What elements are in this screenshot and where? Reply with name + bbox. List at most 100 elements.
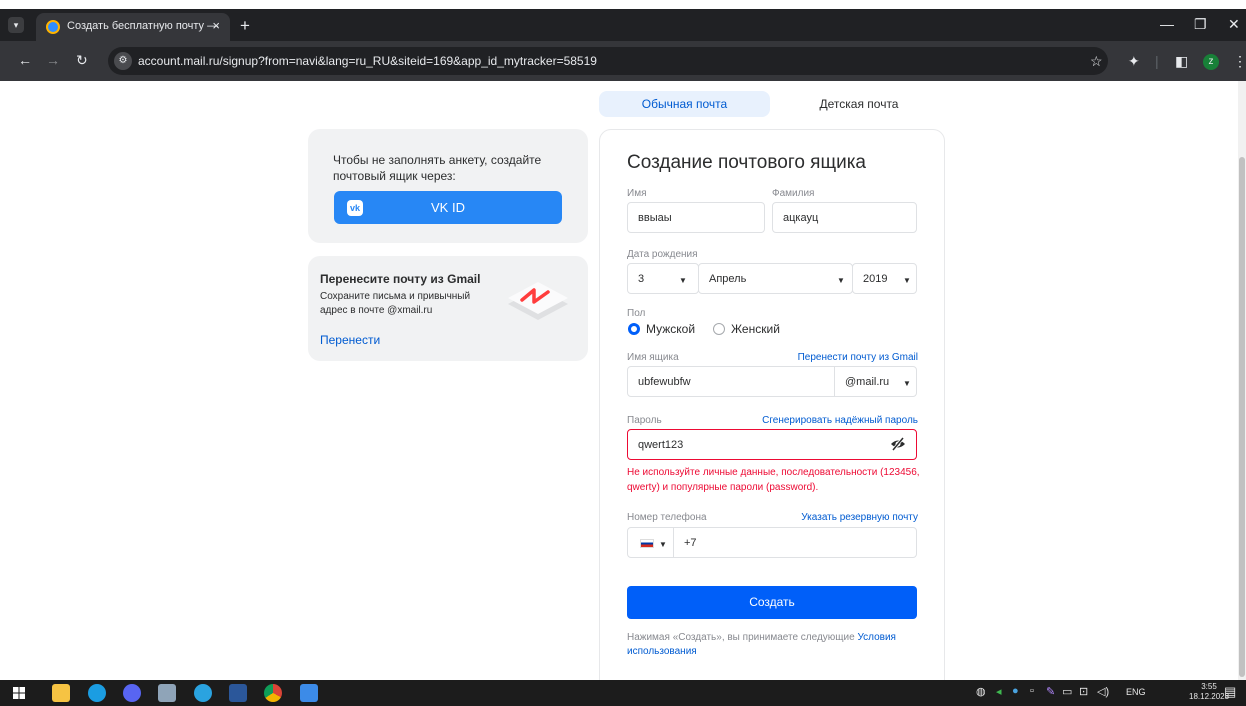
password-input[interactable]: qwert123	[627, 429, 917, 460]
forward-icon[interactable]: →	[46, 52, 60, 68]
hide-password-icon[interactable]	[890, 436, 906, 452]
vk-card-text: Чтобы не заполнять анкету, создайте почт…	[333, 153, 542, 183]
side-panel-icon[interactable]: ◧	[1175, 53, 1188, 70]
clock-time: 3:55	[1201, 682, 1217, 691]
close-window-icon[interactable]: ✕	[1228, 16, 1240, 33]
country-code-select[interactable]: ▼	[627, 527, 674, 558]
gmail-transfer-link[interactable]: Перенести	[320, 333, 380, 347]
tab-title: Создать бесплатную почту —	[67, 20, 219, 32]
tab-kids-mail[interactable]: Детская почта	[775, 91, 943, 117]
chevron-down-icon: ▼	[659, 540, 667, 549]
telegram-icon[interactable]	[194, 684, 212, 702]
tray-app-icon[interactable]: ▫	[1030, 685, 1034, 697]
bookmark-star-icon[interactable]: ☆	[1090, 53, 1103, 70]
gender-male-label[interactable]: Мужской	[646, 322, 695, 336]
last-name-value: ацкауц	[783, 212, 819, 224]
first-name-input[interactable]: ввыаы	[627, 202, 765, 233]
discord-icon[interactable]	[123, 684, 141, 702]
gmail-card-title: Перенесите почту из Gmail	[320, 272, 481, 286]
new-tab-button[interactable]: +	[240, 16, 250, 36]
first-name-value: ввыаы	[638, 212, 672, 224]
birth-month-value: Апрель	[709, 273, 747, 285]
terms-text: Нажимая «Создать», вы принимаете следующ…	[627, 632, 855, 643]
edge-icon[interactable]	[88, 684, 106, 702]
tray-app-icon[interactable]: ●	[1012, 685, 1019, 697]
mailbox-name-value: ubfewubfw	[638, 376, 691, 388]
gmail-transfer-card: Перенесите почту из Gmail Сохраните пись…	[308, 256, 588, 361]
chevron-down-icon: ▼	[679, 276, 687, 285]
word-icon[interactable]	[229, 684, 247, 702]
last-name-label: Фамилия	[772, 188, 815, 199]
address-bar[interactable]: ⚙ account.mail.ru/signup?from=navi&lang=…	[108, 47, 1108, 75]
tab-search-button[interactable]: ▾	[8, 17, 24, 33]
pen-icon[interactable]: ✎	[1046, 685, 1055, 698]
password-label: Пароль	[627, 415, 662, 426]
gmail-import-link[interactable]: Перенести почту из Gmail	[798, 352, 918, 363]
browser-tab-active[interactable]: Создать бесплатную почту — ×	[36, 13, 230, 41]
signup-form: Создание почтового ящика Имя Фамилия ввы…	[599, 129, 945, 680]
profile-avatar[interactable]: z	[1203, 54, 1219, 70]
vk-id-button[interactable]: vk VK ID	[334, 191, 562, 224]
back-icon[interactable]: ←	[18, 52, 32, 68]
top-white-strip	[0, 0, 1246, 9]
url-text[interactable]: account.mail.ru/signup?from=navi&lang=ru…	[138, 54, 597, 68]
reload-icon[interactable]: ↻	[76, 52, 88, 69]
form-title: Создание почтового ящика	[627, 152, 867, 173]
chevron-down-icon: ▼	[903, 276, 911, 285]
windows-taskbar: ◍ ◂ ● ▫ ✎ ▭ ⊡ ◁) ENG 3:55 18.12.2023 ▤	[0, 680, 1246, 706]
app-icon[interactable]	[158, 684, 176, 702]
taskbar-clock[interactable]: 3:55 18.12.2023	[1189, 682, 1229, 702]
tab-regular-mail[interactable]: Обычная почта	[599, 91, 770, 117]
menu-dots-icon[interactable]: ⋮	[1233, 53, 1246, 70]
mail-favicon-icon	[46, 20, 60, 34]
last-name-input[interactable]: ацкауц	[772, 202, 917, 233]
restore-icon[interactable]: ❐	[1194, 16, 1207, 33]
page-scrollbar[interactable]	[1238, 81, 1246, 680]
tab-close-icon[interactable]: ×	[212, 18, 220, 33]
mail-domain-select[interactable]: @mail.ru ▼	[834, 366, 917, 397]
create-button[interactable]: Создать	[627, 586, 917, 619]
generate-password-link[interactable]: Сгенерировать надёжный пароль	[762, 415, 918, 426]
backup-email-link[interactable]: Указать резервную почту	[801, 512, 918, 523]
network-icon[interactable]: ⊡	[1079, 685, 1088, 698]
mailbox-label: Имя ящика	[627, 352, 679, 363]
volume-icon[interactable]: ◁)	[1097, 685, 1109, 698]
browser-tab-bar: ▾ Создать бесплатную почту — × + — ❐ ✕	[0, 9, 1246, 41]
gender-male-radio[interactable]	[628, 323, 640, 335]
vk-id-label: VK ID	[431, 200, 465, 215]
site-info-icon[interactable]: ⚙	[114, 52, 132, 70]
chevron-down-icon: ▼	[903, 379, 911, 388]
phone-label: Номер телефона	[627, 512, 707, 523]
birth-month-select[interactable]: Апрель ▼	[698, 263, 853, 294]
paint-icon[interactable]	[300, 684, 318, 702]
tray-app-icon[interactable]: ◂	[996, 685, 1002, 698]
page-content: Обычная почта Детская почта Чтобы не зап…	[0, 81, 1246, 680]
browser-toolbar: ← → ↻ ⚙ account.mail.ru/signup?from=navi…	[0, 41, 1246, 81]
password-value: qwert123	[638, 439, 684, 451]
scrollbar-thumb[interactable]	[1239, 157, 1245, 677]
gender-female-label[interactable]: Женский	[731, 322, 780, 336]
gmail-card-description: Сохраните письма и привычный адрес в поч…	[320, 291, 471, 316]
battery-icon[interactable]: ▭	[1062, 685, 1072, 698]
chrome-icon[interactable]	[264, 684, 282, 702]
birth-year-select[interactable]: 2019 ▼	[852, 263, 917, 294]
birth-day-select[interactable]: 3 ▼	[627, 263, 699, 294]
clock-date: 18.12.2023	[1189, 692, 1230, 701]
notifications-icon[interactable]: ▤	[1224, 684, 1236, 700]
file-explorer-icon[interactable]	[52, 684, 70, 702]
birth-date-label: Дата рождения	[627, 249, 698, 260]
language-indicator[interactable]: ENG	[1126, 687, 1146, 697]
windows-start-icon[interactable]	[13, 687, 25, 699]
russia-flag-icon	[640, 539, 654, 548]
vk-signup-card: Чтобы не заполнять анкету, создайте почт…	[308, 129, 588, 243]
gender-female-radio[interactable]	[713, 323, 725, 335]
phone-prefix: +7	[684, 537, 697, 549]
extensions-icon[interactable]: ✦	[1128, 53, 1140, 70]
terms-notice: Нажимая «Создать», вы принимаете следующ…	[627, 631, 927, 659]
phone-input[interactable]: +7	[673, 527, 917, 558]
tray-app-icon[interactable]: ◍	[976, 685, 986, 698]
mailbox-name-input[interactable]: ubfewubfw	[627, 366, 835, 397]
chevron-down-icon: ▼	[837, 276, 845, 285]
minimize-icon[interactable]: —	[1160, 16, 1174, 32]
toolbar-divider: |	[1155, 53, 1159, 69]
